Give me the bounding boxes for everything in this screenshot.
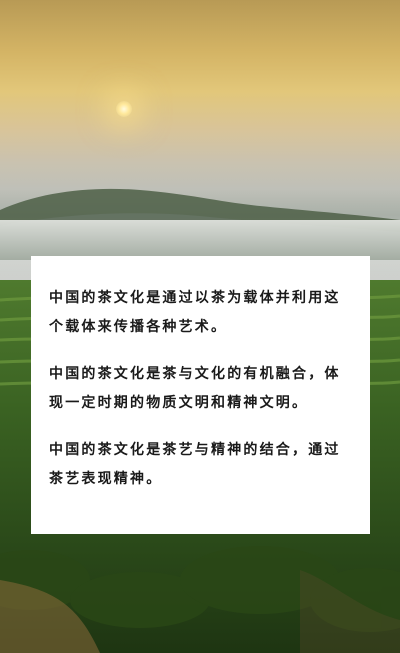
paragraph-2: 中国的茶文化是茶与文化的有机融合，体现一定时期的物质文明和精神文明。 [49, 366, 341, 411]
paragraph-1: 中国的茶文化是通过以茶为载体并利用这个载体来传播各种艺术。 [49, 290, 341, 335]
paragraph-3: 中国的茶文化是茶艺与精神的结合，通过茶艺表现精神。 [49, 442, 341, 487]
text-card: 中国的茶文化是通过以茶为载体并利用这个载体来传播各种艺术。 中国的茶文化是茶与文… [31, 256, 370, 534]
sun [116, 101, 132, 117]
